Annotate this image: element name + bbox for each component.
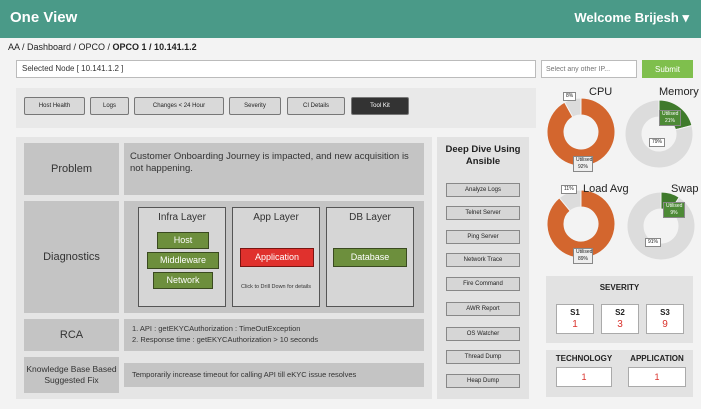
- network-trace-button[interactable]: Network Trace: [446, 253, 520, 267]
- load-free-chip: 11%: [561, 185, 577, 194]
- kb-label: Knowledge Base Based Suggested Fix: [24, 357, 119, 393]
- memory-free-chip: 79%: [649, 138, 666, 147]
- severity-s2[interactable]: S2 3: [601, 304, 639, 334]
- tab-ci-details[interactable]: CI Details: [287, 97, 345, 115]
- swap-free-chip: 91%: [645, 238, 662, 247]
- severity-s1-value: 1: [572, 319, 578, 330]
- awr-report-button[interactable]: AWR Report: [446, 302, 520, 316]
- severity-s3[interactable]: S3 9: [646, 304, 684, 334]
- ip-select-input[interactable]: [541, 60, 637, 78]
- rca-list: 1. API : getEKYCAuthorization : TimeOutE…: [124, 319, 424, 351]
- cpu-utilised-chip: Utilised 92%: [573, 156, 593, 172]
- network-button[interactable]: Network: [153, 272, 213, 289]
- rca-label: RCA: [24, 319, 119, 351]
- diagnostics-layers: Infra Layer Host Middleware Network App …: [124, 201, 424, 313]
- heap-dump-button[interactable]: Heap Dump: [446, 374, 520, 388]
- infra-layer-title: Infra Layer: [158, 212, 206, 223]
- severity-s2-value: 3: [617, 319, 623, 330]
- application-label: APPLICATION: [630, 354, 684, 363]
- drill-down-note: Click to Drill Down for details: [241, 284, 311, 290]
- db-layer-title: DB Layer: [349, 212, 391, 223]
- breadcrumb-path[interactable]: AA / Dashboard / OPCO /: [8, 42, 113, 52]
- thread-dump-button[interactable]: Thread Dump: [446, 350, 520, 364]
- deep-dive-panel: Deep Dive Using Ansible Analyze Logs Tel…: [437, 137, 529, 399]
- cpu-free-chip: 8%: [563, 92, 577, 101]
- problem-text: Customer Onboarding Journey is impacted,…: [124, 143, 424, 195]
- severity-panel: SEVERITY S1 1 S2 3 S3 9: [546, 276, 693, 343]
- problem-label: Problem: [24, 143, 119, 195]
- severity-title: SEVERITY: [599, 283, 640, 292]
- swap-label: Swap: [671, 183, 699, 195]
- severity-s1[interactable]: S1 1: [556, 304, 594, 334]
- chevron-down-icon: ▾: [682, 10, 689, 25]
- welcome-text: Welcome Brijesh: [574, 10, 679, 25]
- os-watcher-button[interactable]: OS Watcher: [446, 327, 520, 341]
- memory-utilised-chip: Utilised 21%: [659, 110, 681, 126]
- middleware-button[interactable]: Middleware: [147, 252, 219, 269]
- deep-dive-title: Deep Dive Using Ansible: [445, 144, 521, 167]
- tab-changes[interactable]: Changes < 24 Hour: [134, 97, 224, 115]
- cpu-label: CPU: [589, 86, 613, 98]
- technology-label: TECHNOLOGY: [555, 354, 613, 363]
- analyze-logs-button[interactable]: Analyze Logs: [446, 183, 520, 197]
- breadcrumb-current: OPCO 1 / 10.141.1.2: [112, 42, 197, 52]
- analysis-panel: Problem Customer Onboarding Journey is i…: [16, 137, 432, 399]
- severity-s3-value: 9: [662, 319, 668, 330]
- swap-utilised-chip: Utilised 9%: [663, 202, 685, 218]
- user-menu[interactable]: Welcome Brijesh ▾: [574, 10, 689, 26]
- tab-bar: Host Health Logs Changes < 24 Hour Sever…: [16, 88, 536, 128]
- tab-logs[interactable]: Logs: [90, 97, 129, 115]
- diagnostics-label: Diagnostics: [24, 201, 119, 313]
- application-button[interactable]: Application: [240, 248, 314, 267]
- tech-app-panel: TECHNOLOGY 1 APPLICATION 1: [546, 350, 693, 397]
- load-avg-label: Load Avg: [583, 183, 629, 195]
- selected-node-field: Selected Node [ 10.141.1.2 ]: [16, 60, 536, 78]
- fire-command-button[interactable]: Fire Command: [446, 277, 520, 291]
- severity-s1-name: S1: [570, 308, 580, 317]
- app-layer-title: App Layer: [253, 212, 299, 223]
- rca-item: 2. Response time : getEKYCAuthorization …: [132, 335, 319, 344]
- technology-block: TECHNOLOGY 1: [548, 350, 620, 394]
- tab-host-health[interactable]: Host Health: [24, 97, 85, 115]
- db-layer: DB Layer Database: [326, 207, 414, 307]
- telnet-server-button[interactable]: Telnet Server: [446, 206, 520, 220]
- application-block: APPLICATION 1: [622, 350, 692, 394]
- breadcrumb: AA / Dashboard / OPCO / OPCO 1 / 10.141.…: [8, 42, 197, 52]
- kb-fix-text: Temporarily increase timeout for calling…: [124, 363, 424, 387]
- app-layer: App Layer Application Click to Drill Dow…: [232, 207, 320, 307]
- application-value[interactable]: 1: [628, 367, 686, 387]
- top-bar: One View Welcome Brijesh ▾: [0, 0, 701, 38]
- severity-s3-name: S3: [660, 308, 670, 317]
- ping-server-button[interactable]: Ping Server: [446, 230, 520, 244]
- tab-severity[interactable]: Severity: [229, 97, 281, 115]
- app-title: One View: [10, 9, 78, 26]
- severity-s2-name: S2: [615, 308, 625, 317]
- metrics-panel: CPU Memory Load Avg Swap 8% Utilised 92%…: [541, 84, 701, 270]
- memory-label: Memory: [659, 86, 699, 98]
- rca-item: 1. API : getEKYCAuthorization : TimeOutE…: [132, 324, 301, 333]
- technology-value[interactable]: 1: [556, 367, 612, 387]
- database-button[interactable]: Database: [333, 248, 407, 267]
- tab-tool-kit[interactable]: Tool Kit: [351, 97, 409, 115]
- load-utilised-chip: Utilised 89%: [573, 248, 593, 264]
- host-button[interactable]: Host: [157, 232, 209, 249]
- infra-layer: Infra Layer Host Middleware Network: [138, 207, 226, 307]
- submit-button[interactable]: Submit: [642, 60, 693, 78]
